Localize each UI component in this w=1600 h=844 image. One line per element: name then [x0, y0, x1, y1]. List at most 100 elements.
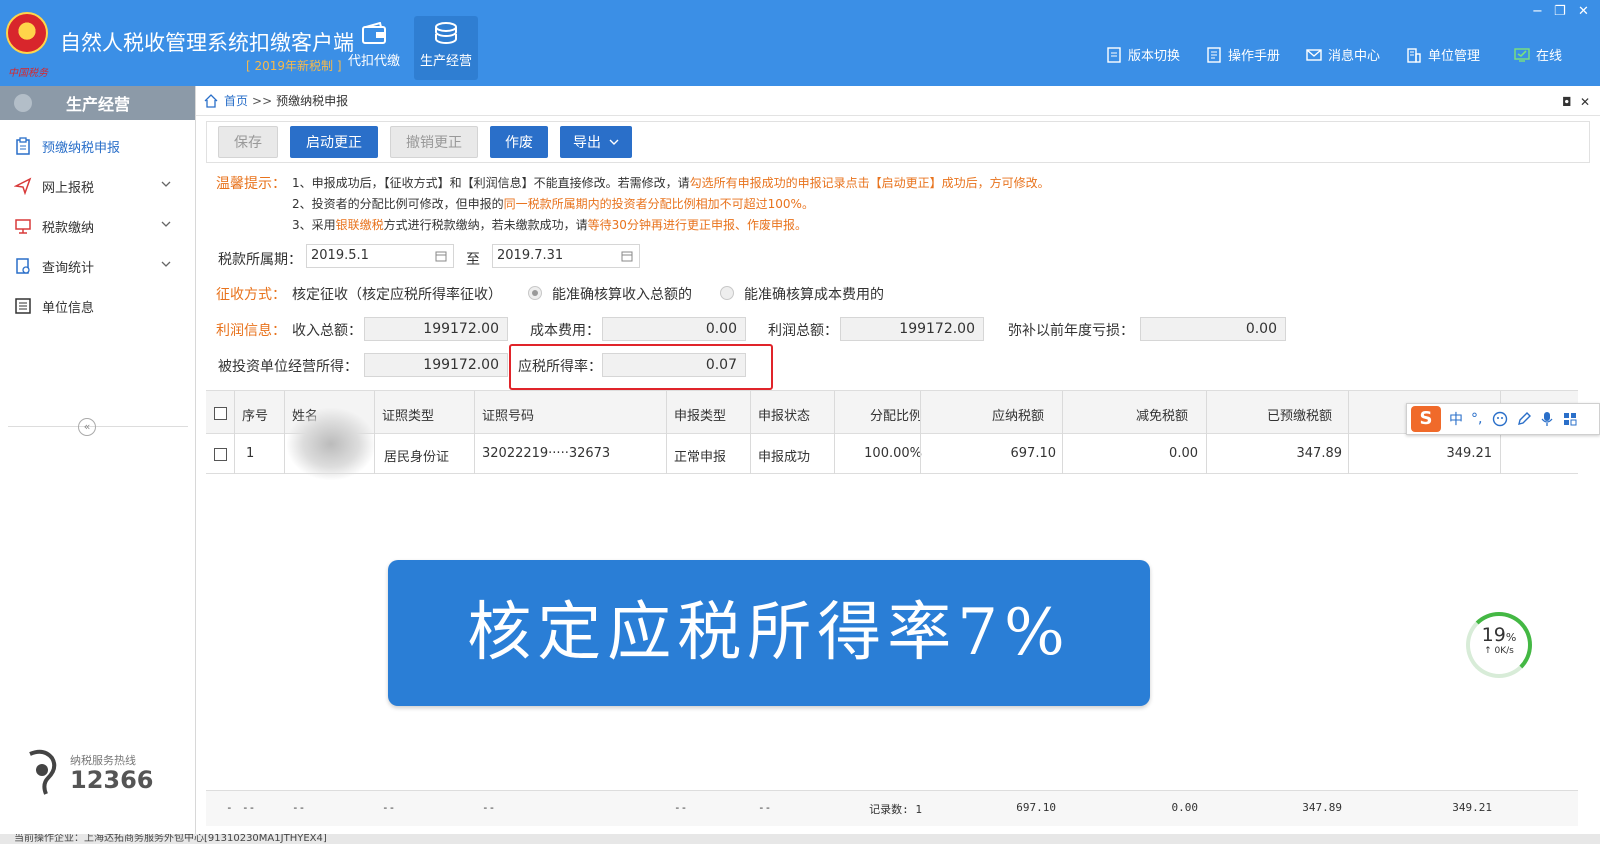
- chevron-down-icon: [161, 221, 171, 227]
- sidebar-item-tax-payment[interactable]: 税款缴纳: [0, 206, 195, 246]
- method-option-cost-radio[interactable]: [720, 286, 734, 300]
- income-field: 199172.00: [364, 317, 508, 341]
- footer-cell: --: [292, 801, 306, 814]
- row-checkbox[interactable]: [214, 448, 227, 461]
- footer-record-count: 记录数: 1: [869, 803, 922, 816]
- footer-extra: 349.21: [1452, 801, 1492, 814]
- network-speed-meter[interactable]: 19% ↑ 0K/s: [1466, 612, 1532, 678]
- sidebar-item-label: 单位信息: [42, 300, 95, 316]
- title-bar: 中国税务 自然人税收管理系统扣缴客户端 [ 2019年新税制 ] 代扣代缴 生产…: [0, 0, 1600, 86]
- ime-punctuation[interactable]: °,: [1471, 411, 1482, 427]
- message-center-link[interactable]: 消息中心: [1306, 45, 1380, 64]
- col-header-id-number: 证照号码: [482, 409, 535, 424]
- calendar-icon[interactable]: [435, 250, 447, 262]
- table-header: 序号 姓名 证照类型 证照号码 申报类型 申报状态 分配比例 应纳税额 减免税额…: [206, 390, 1578, 435]
- tip-line-1: 1、申报成功后，【征收方式】和【利润信息】不能直接修改。若需修改，请勾选所有申报…: [292, 174, 1050, 191]
- profit-total-label: 利润总额：: [768, 323, 838, 339]
- save-button[interactable]: 保存: [218, 126, 278, 158]
- tab-restore-button[interactable]: ◘: [1562, 95, 1572, 109]
- close-button[interactable]: ✕: [1578, 4, 1589, 19]
- toplink-label: 单位管理: [1428, 49, 1481, 64]
- breadcrumb-home[interactable]: 首页: [224, 92, 248, 109]
- calendar-icon[interactable]: [621, 250, 633, 262]
- toplink-label: 操作手册: [1228, 49, 1281, 64]
- breadcrumb-separator: >>: [252, 93, 273, 108]
- sidebar-item-label: 网上报税: [42, 180, 95, 196]
- export-dropdown-button[interactable]: 导出: [560, 126, 632, 158]
- col-header-tax-payable: 应纳税额: [991, 409, 1044, 424]
- restore-button[interactable]: ❐: [1554, 4, 1566, 19]
- tip-highlight: 银联缴税: [335, 218, 384, 232]
- cost-label: 成本费用：: [530, 323, 600, 339]
- col-header-id-type: 证照类型: [382, 409, 435, 424]
- cell-tax-relief: 0.00: [1169, 446, 1198, 461]
- meter-percent-value: 19: [1481, 624, 1506, 646]
- ime-mode[interactable]: 中: [1449, 409, 1463, 429]
- sidebar-title: 生产经营: [66, 95, 131, 114]
- cell-id-type: 居民身份证: [384, 450, 450, 465]
- minimize-button[interactable]: −: [1532, 4, 1543, 19]
- ime-logo-icon: S: [1411, 406, 1441, 432]
- pen-icon[interactable]: [1516, 411, 1532, 427]
- table-row[interactable]: 1 居民身份证 32022219·····32673 正常申报 申报成功 100…: [206, 434, 1578, 474]
- online-status[interactable]: 在线: [1514, 45, 1562, 64]
- list-icon: [15, 298, 31, 314]
- sidebar-item-online-filing[interactable]: 网上报税: [0, 166, 195, 206]
- app-subtitle: [ 2019年新税制 ]: [246, 59, 342, 73]
- nav-business[interactable]: 生产经营: [414, 16, 478, 80]
- cell-extra: 349.21: [1446, 446, 1493, 461]
- footer-cell: -: [226, 801, 233, 814]
- cell-ratio: 100.00%: [864, 446, 922, 461]
- col-header-prepaid: 已预缴税额: [1266, 409, 1332, 424]
- annotation-banner: 核定应税所得率7%: [388, 560, 1150, 706]
- hotline-number: 12366: [70, 766, 154, 794]
- toplink-label: 在线: [1536, 49, 1563, 64]
- table-footer: - -- -- -- -- -- -- 记录数: 1 697.10 0.00 3…: [206, 790, 1578, 826]
- col-header-decl-status: 申报状态: [758, 409, 811, 424]
- profit-total-field: 199172.00: [840, 317, 984, 341]
- tab-close-button[interactable]: ✕: [1580, 95, 1590, 109]
- logo-text: 中国税务: [8, 68, 48, 79]
- cell-tax-payable: 697.10: [1010, 446, 1057, 461]
- coins-icon: [435, 22, 457, 45]
- footer-prepaid: 347.89: [1302, 801, 1342, 814]
- cancel-correction-button[interactable]: 撤销更正: [390, 126, 478, 158]
- void-button[interactable]: 作废: [490, 126, 548, 158]
- period-start-field[interactable]: 2019.5.1: [306, 244, 454, 268]
- invest-income-field: 199172.00: [364, 353, 508, 377]
- col-header-tax-relief: 减免税额: [1135, 409, 1188, 424]
- report-icon: [16, 258, 30, 274]
- building-icon: [1407, 47, 1421, 63]
- sidebar-collapse-button[interactable]: «: [78, 418, 96, 436]
- tip-text: 方式进行税款缴纳，若未缴款成功，请: [383, 218, 588, 232]
- version-icon: [1107, 46, 1121, 63]
- unit-management-link[interactable]: 单位管理: [1406, 45, 1480, 64]
- method-label: 征收方式：: [216, 287, 286, 303]
- sidebar-divider: [8, 426, 188, 427]
- grid-menu-icon[interactable]: [1562, 411, 1578, 427]
- emoji-icon[interactable]: [1492, 411, 1508, 427]
- manual-icon: [1207, 46, 1221, 63]
- toolbar: 保存 启动更正 撤销更正 作废 导出: [206, 121, 1590, 163]
- sidebar-item-unit-info[interactable]: 单位信息: [0, 286, 195, 326]
- version-switch-link[interactable]: 版本切换: [1106, 45, 1180, 64]
- home-icon[interactable]: [204, 93, 218, 108]
- select-all-checkbox[interactable]: [214, 407, 227, 420]
- method-option-income-radio[interactable]: [528, 286, 542, 300]
- cell-prepaid: 347.89: [1296, 446, 1343, 461]
- loss-label: 弥补以前年度亏损：: [1008, 323, 1134, 339]
- microphone-icon[interactable]: [1540, 411, 1554, 427]
- nav-withholding[interactable]: 代扣代缴: [342, 16, 406, 80]
- ime-toolbar[interactable]: S 中 °,: [1406, 403, 1600, 435]
- sidebar-item-query-stats[interactable]: 查询统计: [0, 246, 195, 286]
- sidebar-item-prepay-declaration[interactable]: 预缴纳税申报: [0, 126, 195, 166]
- manual-link[interactable]: 操作手册: [1206, 45, 1280, 64]
- period-end-field[interactable]: 2019.7.31: [492, 244, 640, 268]
- footer-cell: --: [674, 801, 688, 814]
- wallet-icon: [362, 22, 386, 44]
- cost-field: 0.00: [602, 317, 746, 341]
- footer-cell: --: [758, 801, 772, 814]
- footer-cell: --: [242, 801, 256, 814]
- start-correction-button[interactable]: 启动更正: [290, 126, 378, 158]
- sidebar-item-label: 预缴纳税申报: [42, 140, 121, 156]
